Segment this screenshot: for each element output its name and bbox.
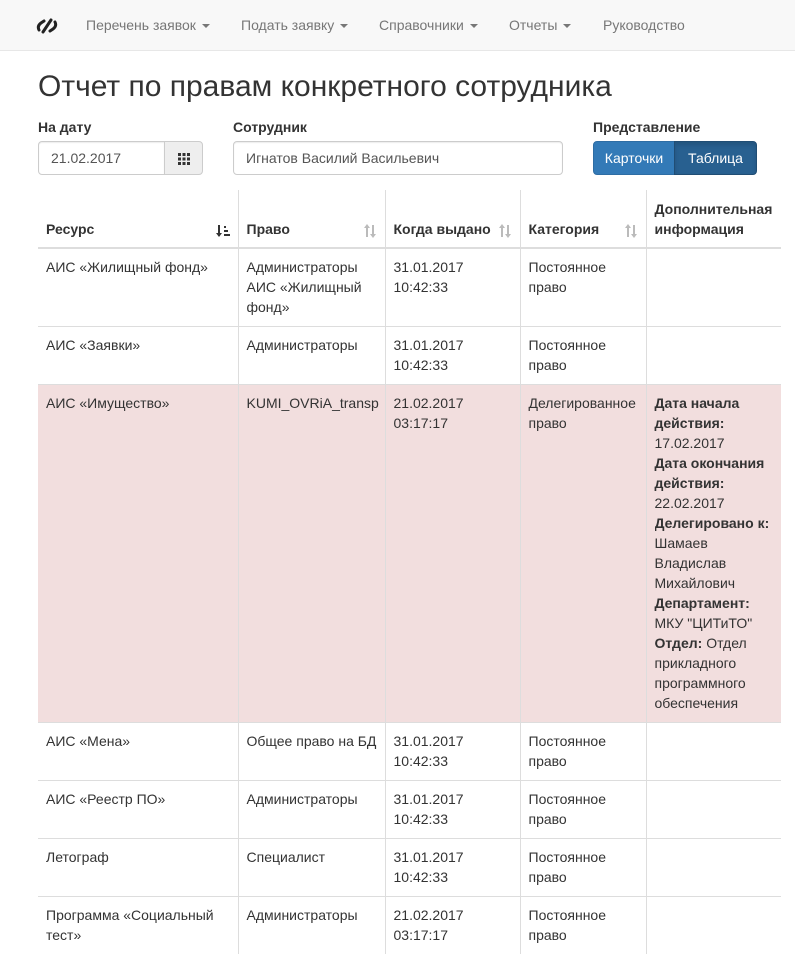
- issued-time: 10:42:33: [393, 811, 449, 827]
- cell-info: [645, 247, 781, 327]
- cell-issued: 31.01.2017 10:42:33: [384, 326, 520, 385]
- cell-resource: АИС «Имущество»: [38, 384, 238, 723]
- issued-time: 10:42:33: [393, 869, 449, 885]
- table-row[interactable]: АИС «Мена» Общее право на БД 31.01.2017 1…: [38, 722, 781, 781]
- cell-resource: Летограф: [38, 838, 238, 897]
- cell-category: Делегированное право: [519, 384, 646, 723]
- cell-resource: Программа «Социальный тест»: [38, 896, 238, 954]
- page-title: Отчет по правам конкретного сотрудника: [38, 70, 612, 103]
- column-header-issued[interactable]: Когда выдано: [384, 190, 520, 249]
- issued-date: 31.01.2017: [393, 733, 464, 749]
- view-cards-button[interactable]: Карточки: [593, 141, 675, 175]
- department-label: Департамент:: [654, 595, 750, 611]
- sort-icon: [363, 224, 376, 238]
- calendar-grid-icon: [178, 153, 190, 165]
- cell-right: Администраторы: [237, 780, 385, 839]
- sort-icon: [498, 224, 511, 238]
- date-input[interactable]: [38, 141, 165, 175]
- table-row[interactable]: АИС «Заявки» Администраторы 31.01.2017 10…: [38, 326, 781, 385]
- nav-item-reports[interactable]: Отчеты: [509, 15, 572, 35]
- column-header-resource[interactable]: Ресурс: [38, 190, 238, 249]
- issued-date: 31.01.2017: [393, 259, 464, 275]
- nav-item-manual[interactable]: Руководство: [603, 15, 685, 35]
- column-header-info: Дополнительная информация: [645, 190, 781, 249]
- cell-right: Специалист: [237, 838, 385, 897]
- issued-time: 03:17:17: [393, 415, 449, 431]
- delegated-to-label: Делегировано к:: [654, 515, 770, 531]
- employee-input[interactable]: [233, 141, 563, 175]
- cell-issued: 31.01.2017 10:42:33: [384, 780, 520, 839]
- chevron-down-icon: [340, 24, 349, 29]
- nav-item-requests-list[interactable]: Перечень заявок: [86, 15, 210, 35]
- cell-issued: 31.01.2017 10:42:33: [384, 838, 520, 897]
- cell-category: Постоянное право: [519, 838, 646, 897]
- table-row[interactable]: Программа «Социальный тест» Администрато…: [38, 896, 781, 954]
- end-date-value: 22.02.2017: [654, 495, 725, 511]
- cell-category: Постоянное право: [519, 247, 646, 327]
- nav-item-directories[interactable]: Справочники: [379, 15, 478, 35]
- view-toggle: Карточки Таблица: [593, 141, 757, 175]
- cell-info: Дата начала действия: 17.02.2017 Дата ок…: [645, 384, 781, 723]
- cell-issued: 21.02.2017 03:17:17: [384, 384, 520, 723]
- cell-resource: АИС «Мена»: [38, 722, 238, 781]
- view-table-button[interactable]: Таблица: [674, 141, 757, 175]
- issued-date: 31.01.2017: [393, 791, 464, 807]
- sort-ascending-icon: [215, 225, 230, 237]
- cell-right: Администраторы: [237, 326, 385, 385]
- table-header-row: Ресурс Право Когда выдано Категория Допо…: [38, 190, 781, 249]
- cell-info: [645, 838, 781, 897]
- table-row[interactable]: Летограф Специалист 31.01.2017 10:42:33 П…: [38, 838, 781, 897]
- start-date-value: 17.02.2017: [654, 435, 725, 451]
- issued-time: 10:42:33: [393, 279, 449, 295]
- nav-item-submit-request[interactable]: Подать заявку: [241, 15, 349, 35]
- cell-info: [645, 896, 781, 954]
- logo-slash-icon[interactable]: [36, 15, 58, 37]
- cell-resource: АИС «Заявки»: [38, 326, 238, 385]
- issued-time: 10:42:33: [393, 357, 449, 373]
- date-label: На дату: [38, 119, 92, 135]
- cell-info: [645, 326, 781, 385]
- cell-info: [645, 722, 781, 781]
- cell-info: [645, 780, 781, 839]
- unit-label: Отдел:: [654, 635, 703, 651]
- end-date-label: Дата окончания действия:: [654, 455, 765, 491]
- sort-icon: [624, 224, 637, 238]
- cell-right: Администраторы АИС «Жилищный фонд»: [237, 247, 385, 327]
- cell-category: Постоянное право: [519, 780, 646, 839]
- cell-issued: 21.02.2017 03:17:17: [384, 896, 520, 954]
- chevron-down-icon: [563, 24, 572, 29]
- date-picker: [38, 141, 203, 175]
- cell-right: Администраторы: [237, 896, 385, 954]
- table-row[interactable]: АИС «Реестр ПО» Администраторы 31.01.201…: [38, 780, 781, 839]
- start-date-label: Дата начала действия:: [654, 395, 740, 431]
- issued-date: 21.02.2017: [393, 907, 464, 923]
- cell-issued: 31.01.2017 10:42:33: [384, 247, 520, 327]
- view-label: Представление: [593, 119, 701, 135]
- issued-date: 21.02.2017: [393, 395, 464, 411]
- issued-date: 31.01.2017: [393, 849, 464, 865]
- cell-category: Постоянное право: [519, 722, 646, 781]
- chevron-down-icon: [469, 24, 478, 29]
- chevron-down-icon: [201, 24, 210, 29]
- rights-table: Ресурс Право Когда выдано Категория Допо…: [38, 190, 781, 954]
- column-header-right[interactable]: Право: [237, 190, 385, 249]
- issued-time: 03:17:17: [393, 927, 449, 943]
- column-header-category[interactable]: Категория: [519, 190, 646, 249]
- issued-time: 10:42:33: [393, 753, 449, 769]
- department-value: МКУ "ЦИТиТО": [654, 615, 753, 631]
- cell-issued: 31.01.2017 10:42:33: [384, 722, 520, 781]
- table-row-delegated[interactable]: АИС «Имущество» KUMI_OVRiA_transp 21.02.…: [38, 384, 781, 723]
- calendar-button[interactable]: [164, 141, 203, 175]
- cell-resource: АИС «Жилищный фонд»: [38, 247, 238, 327]
- cell-right: KUMI_OVRiA_transp: [237, 384, 385, 723]
- delegated-to-value: Шамаев Владислав Михайлович: [654, 535, 736, 591]
- cell-resource: АИС «Реестр ПО»: [38, 780, 238, 839]
- cell-category: Постоянное право: [519, 326, 646, 385]
- cell-category: Постоянное право: [519, 896, 646, 954]
- cell-right: Общее право на БД: [237, 722, 385, 781]
- table-row[interactable]: АИС «Жилищный фонд» Администраторы АИС «…: [38, 247, 781, 327]
- top-navbar: Перечень заявок Подать заявку Справочник…: [0, 0, 795, 51]
- employee-label: Сотрудник: [233, 119, 307, 135]
- issued-date: 31.01.2017: [393, 337, 464, 353]
